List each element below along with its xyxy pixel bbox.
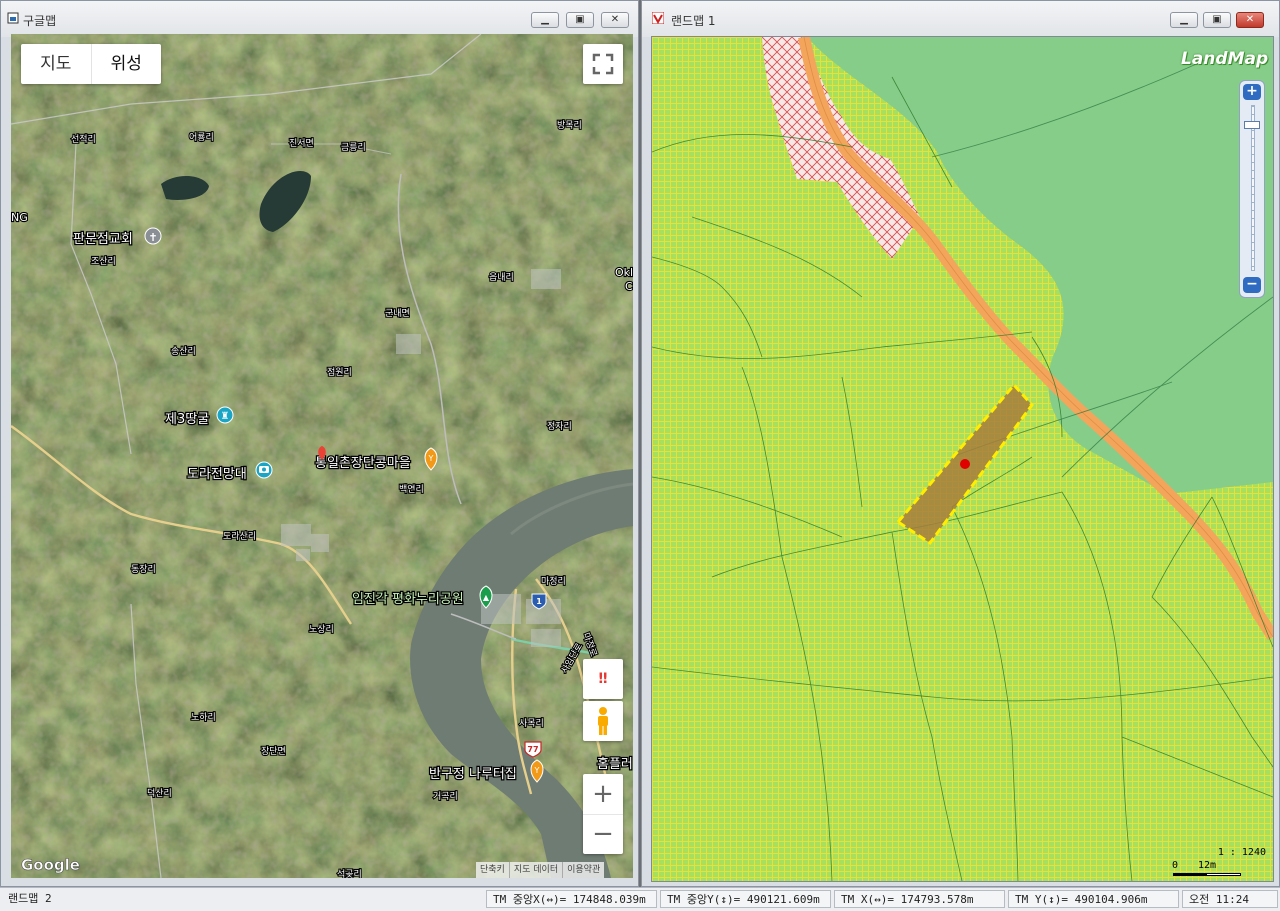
place-label: 선적리: [71, 133, 96, 145]
place-label: 동장리: [131, 564, 156, 575]
alert-icon: ‼: [598, 671, 608, 687]
status-app-name: 랜드맵 2: [8, 892, 52, 905]
zoom-track[interactable]: [1251, 105, 1255, 271]
map-scale: 1 : 1240 0 12m: [1172, 843, 1268, 877]
place-label: 송산리: [171, 346, 196, 357]
landmap-logo: LandMap: [1181, 49, 1269, 69]
svg-text:Y: Y: [534, 766, 540, 775]
title-bar[interactable]: 랜드맵 1 ▁ ▣ ✕: [642, 1, 1279, 37]
place-label: 진서면: [289, 138, 314, 149]
svg-text:1: 1: [536, 597, 542, 606]
place-label: 장단면: [261, 746, 286, 757]
close-button[interactable]: ✕: [601, 12, 629, 28]
place-label: 정자리: [547, 421, 572, 432]
status-clock: 오전 11:24: [1182, 890, 1278, 908]
minus-icon: −: [1246, 276, 1258, 292]
terms-link[interactable]: 이용약관: [562, 862, 604, 878]
cadastral-map[interactable]: LandMap + − 1 : 1240 0 12m: [651, 36, 1274, 882]
close-button[interactable]: ✕: [1236, 12, 1264, 28]
svg-text:✝: ✝: [148, 231, 157, 244]
map-tab[interactable]: 지도: [21, 44, 92, 84]
poi-label: 반구정 나루터집: [429, 767, 517, 782]
window-title: 구글맵: [23, 14, 57, 28]
satellite-tab[interactable]: 위성: [92, 44, 162, 84]
place-label: 도라산리: [223, 531, 256, 542]
app-icon: [7, 12, 19, 24]
minimize-button[interactable]: ▁: [1170, 12, 1198, 28]
map-data-link[interactable]: 지도 데이터: [508, 862, 562, 878]
window-title: 랜드맵 1: [671, 14, 716, 28]
zoom-slider-control: + −: [1239, 80, 1265, 298]
satellite-map[interactable]: 선적리 어룡리 진서면 금릉리 방목리 조산리 읍내리 군내면 송산리 점원리 …: [11, 34, 633, 878]
plus-icon: +: [592, 779, 614, 809]
place-label: 금릉리: [341, 142, 366, 153]
svg-text:♜: ♜: [221, 411, 230, 422]
status-tm-center-x: TM 중앙X(↔)= 174848.039m: [486, 890, 657, 908]
landmap-app-icon: [652, 12, 664, 24]
poi-label: 홈플러: [597, 757, 633, 772]
place-label: 백연리: [399, 484, 424, 495]
street-view-pegman[interactable]: [583, 701, 623, 741]
scale-distance: 12m: [1198, 860, 1217, 871]
poi-label: 도라전망대: [187, 467, 247, 482]
landmap-window: 랜드맵 1 ▁ ▣ ✕ LandMap + − 1: 1240 0 12m: [641, 0, 1280, 887]
place-label: C: [625, 280, 633, 293]
zoom-in-button[interactable]: +: [583, 774, 623, 815]
minimize-button[interactable]: ▁: [531, 12, 559, 28]
place-label: 사목리: [519, 718, 544, 729]
zoom-out-button[interactable]: −: [583, 815, 623, 854]
place-label: 군내면: [385, 308, 410, 319]
plus-icon: +: [1246, 83, 1258, 99]
map-footer: 단축키 지도 데이터 이용약관: [476, 862, 605, 878]
google-logo: Google: [21, 856, 80, 874]
place-label: 방목리: [557, 120, 582, 131]
status-bar: 랜드맵 2 TM 중앙X(↔)= 174848.039m TM 중앙Y(↕)= …: [0, 887, 1280, 911]
fullscreen-icon: [592, 53, 614, 75]
place-label: NG: [11, 211, 28, 224]
svg-text:77: 77: [527, 745, 538, 754]
zoom-handle[interactable]: [1244, 121, 1260, 129]
status-tm-x: TM X(↔)= 174793.578m: [834, 890, 1005, 908]
shortcuts-link[interactable]: 단축키: [476, 862, 509, 878]
status-tm-y: TM Y(↕)= 490104.906m: [1008, 890, 1179, 908]
minus-icon: −: [592, 819, 614, 849]
status-tm-center-y: TM 중앙Y(↕)= 490121.609m: [660, 890, 831, 908]
maximize-button[interactable]: ▣: [1203, 12, 1231, 28]
zoom-in-button[interactable]: +: [1243, 84, 1261, 100]
place-label: 어룡리: [189, 132, 214, 143]
pegman-icon: [598, 707, 608, 735]
svg-text:Y: Y: [428, 454, 434, 463]
location-marker: [960, 459, 970, 469]
place-label: 노상리: [309, 624, 334, 635]
place-label: 덕산리: [147, 788, 172, 799]
place-label: 거곡리: [433, 791, 458, 802]
report-button[interactable]: ‼: [583, 659, 623, 699]
poi-label: 판문점교회: [73, 232, 133, 247]
title-bar[interactable]: 구글맵 ▁ ▣ ✕: [1, 1, 638, 37]
place-label: 마정리: [541, 576, 566, 587]
scale-ratio: 1 : 1240: [1217, 847, 1266, 858]
fullscreen-button[interactable]: [583, 44, 623, 84]
place-label: Okl: [615, 266, 633, 279]
maximize-button[interactable]: ▣: [566, 12, 594, 28]
poi-label: 제3땅굴: [165, 412, 209, 427]
poi-label: 임진각 평화누리공원: [352, 592, 464, 607]
zoom-control: + −: [583, 774, 623, 854]
scale-zero: 0: [1172, 860, 1179, 871]
place-label: 석곶리: [337, 869, 362, 878]
map-type-control: 지도 위성: [21, 44, 161, 84]
place-label: 조산리: [91, 256, 116, 267]
place-label: 읍내리: [489, 272, 514, 283]
place-label: 점원리: [327, 366, 352, 378]
google-map-window: 구글맵 ▁ ▣ ✕ 선적리 어룡리 진서면 금릉리 방목리 조산리 읍내리 군내…: [0, 0, 639, 887]
poi-label: 통일촌장단콩마을: [315, 456, 411, 471]
place-label: 노하리: [191, 712, 216, 723]
zoom-out-button[interactable]: −: [1243, 277, 1261, 293]
svg-text:▲: ▲: [483, 593, 490, 602]
scale-bar: [1173, 873, 1241, 876]
